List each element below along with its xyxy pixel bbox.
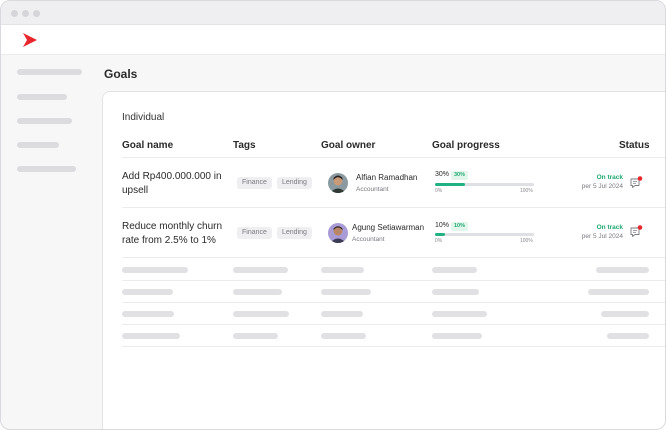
skeleton-cell: [122, 289, 173, 295]
progress-bar: [435, 183, 534, 186]
column-header-status: Status: [619, 140, 650, 151]
owner-role: Accountant: [352, 236, 385, 243]
skeleton-cell: [432, 267, 477, 273]
progress-max-label: 100%: [520, 238, 533, 244]
tag-badge[interactable]: Finance: [237, 227, 272, 239]
status-badge: On track: [596, 224, 623, 231]
status-date: per 5 Jul 2024: [581, 183, 623, 190]
progress-badge: 30%: [451, 171, 469, 180]
page-title: Goals: [104, 67, 138, 81]
row-divider: [122, 324, 665, 325]
progress-min-label: 0%: [435, 188, 443, 194]
skeleton-cell: [601, 311, 649, 317]
skeleton-cell: [321, 289, 371, 295]
sidebar-item-placeholder[interactable]: [17, 94, 67, 100]
skeleton-cell: [233, 289, 282, 295]
window-minimize-dot[interactable]: [22, 10, 29, 17]
skeleton-cell: [233, 333, 278, 339]
skeleton-cell: [596, 267, 649, 273]
window-close-dot[interactable]: [11, 10, 18, 17]
owner-name[interactable]: Alfian Ramadhan: [356, 173, 417, 182]
tag-badge[interactable]: Lending: [277, 177, 312, 189]
progress-fill: [435, 233, 445, 236]
tag-badge[interactable]: Lending: [277, 227, 312, 239]
tag-badge[interactable]: Finance: [237, 177, 272, 189]
sidebar-item-placeholder[interactable]: [17, 69, 82, 75]
window-titlebar: [1, 1, 665, 25]
avatar[interactable]: [328, 223, 348, 243]
sidebar-item-placeholder[interactable]: [17, 166, 76, 172]
chevron-logo-icon[interactable]: [21, 31, 39, 49]
status-badge: On track: [596, 174, 623, 181]
sidebar: [1, 56, 96, 429]
skeleton-cell: [233, 311, 289, 317]
sidebar-item-placeholder[interactable]: [17, 142, 59, 148]
skeleton-cell: [432, 289, 479, 295]
owner-role: Accountant: [356, 186, 389, 193]
column-header-goal-name: Goal name: [122, 140, 174, 151]
column-header-tags: Tags: [233, 140, 256, 151]
skeleton-cell: [607, 333, 649, 339]
section-label: Individual: [122, 112, 165, 123]
header-divider: [122, 157, 665, 158]
progress-badge: 10%: [451, 222, 469, 231]
skeleton-cell: [122, 311, 174, 317]
avatar-image: [328, 223, 348, 243]
skeleton-cell: [233, 267, 288, 273]
comment-notification-icon[interactable]: [629, 176, 643, 190]
goal-name[interactable]: Reduce monthly churn rate from 2.5% to 1…: [122, 220, 232, 248]
progress-fill: [435, 183, 465, 186]
progress-min-label: 0%: [435, 238, 443, 244]
skeleton-cell: [122, 333, 180, 339]
top-bar: [1, 25, 665, 55]
goal-name[interactable]: Add Rp400.000.000 in upsell: [122, 170, 232, 198]
skeleton-cell: [321, 267, 364, 273]
avatar[interactable]: [328, 173, 348, 193]
avatar-image: [328, 173, 348, 193]
row-divider: [122, 207, 665, 208]
goals-card: Individual Goal name Tags Goal owner Goa…: [102, 91, 665, 429]
row-divider: [122, 346, 665, 347]
progress-bar: [435, 233, 534, 236]
column-header-goal-owner: Goal owner: [321, 140, 376, 151]
window-maximize-dot[interactable]: [33, 10, 40, 17]
progress-percent: 30%: [435, 171, 450, 178]
progress-max-label: 100%: [520, 188, 533, 194]
progress-percent: 10%: [435, 222, 450, 229]
skeleton-cell: [432, 311, 487, 317]
skeleton-cell: [588, 289, 649, 295]
skeleton-cell: [122, 267, 188, 273]
column-header-goal-progress: Goal progress: [432, 140, 500, 151]
owner-name[interactable]: Agung Setiawarman: [352, 223, 424, 232]
app-window: Goals Individual Goal name Tags Goal own…: [0, 0, 666, 430]
row-divider: [122, 280, 665, 281]
row-divider: [122, 257, 665, 258]
row-divider: [122, 302, 665, 303]
skeleton-cell: [432, 333, 482, 339]
skeleton-cell: [321, 311, 363, 317]
comment-notification-icon[interactable]: [629, 225, 643, 239]
sidebar-item-placeholder[interactable]: [17, 118, 72, 124]
status-date: per 5 Jul 2024: [581, 233, 623, 240]
skeleton-cell: [321, 333, 366, 339]
